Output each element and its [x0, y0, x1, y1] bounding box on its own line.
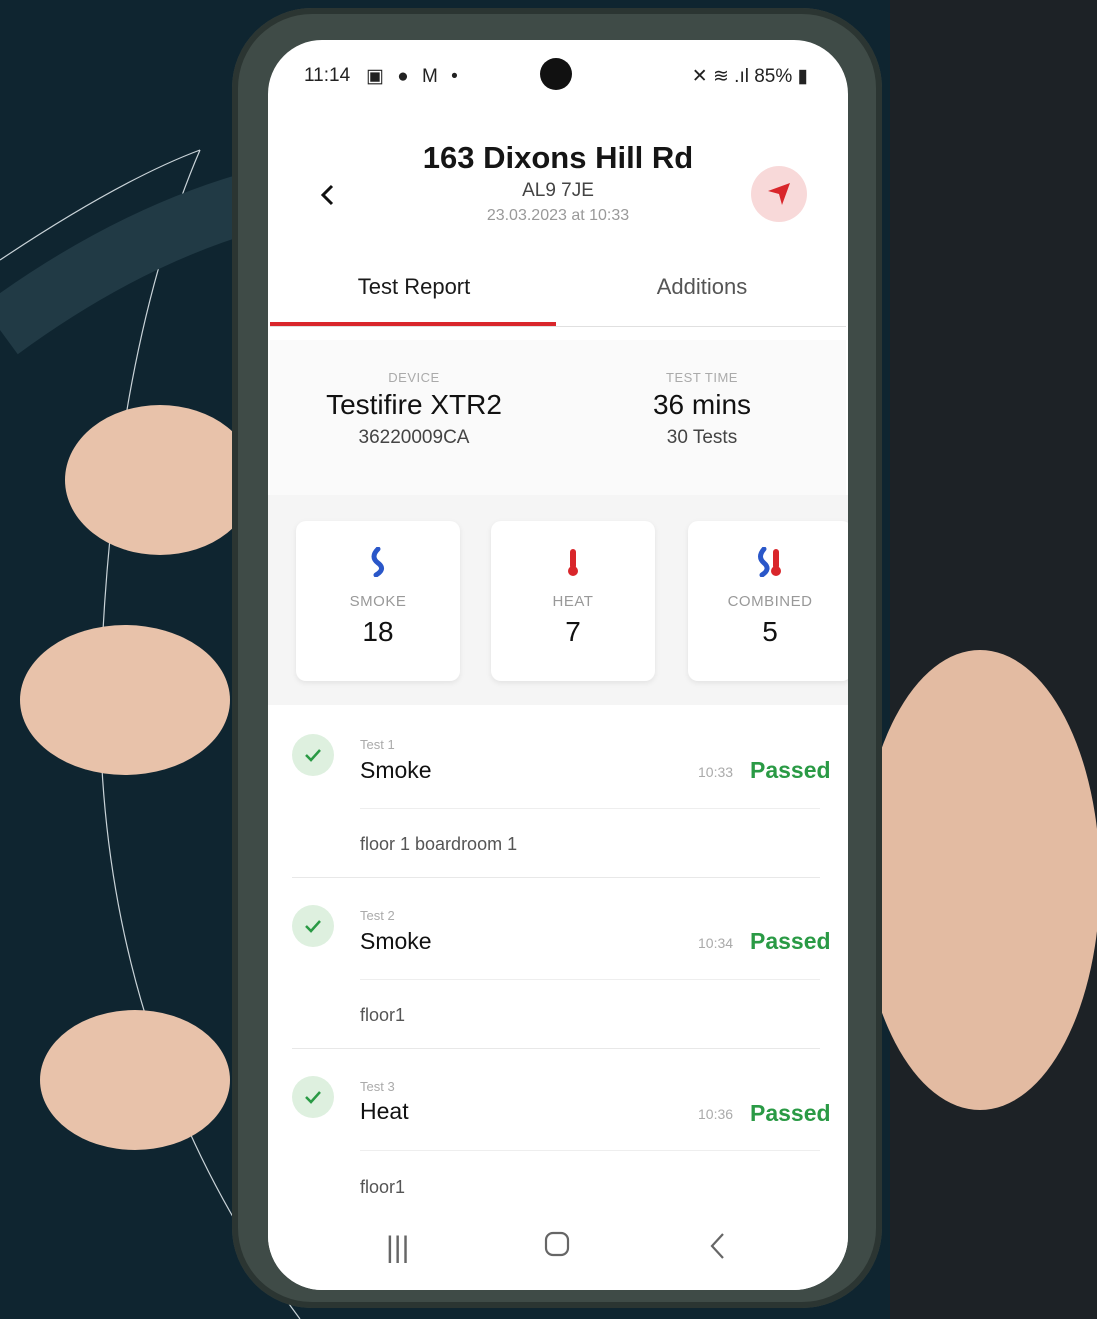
detector-type-cards: SMOKE 18 HEAT 7 COMBINED 5 [268, 495, 848, 705]
test-time-value: 36 mins [652, 389, 752, 420]
app-screen: 11:14 ▣ ● M • ✕ ≋ .ıl 85% ▮ 163 Dixons H… [268, 40, 848, 1290]
test-status: Passed [750, 928, 831, 954]
heat-label: HEAT [552, 593, 594, 610]
divider [292, 1048, 820, 1049]
send-button[interactable] [751, 166, 807, 222]
back-nav-icon[interactable] [708, 1231, 728, 1269]
smoke-count: 18 [362, 616, 394, 647]
passed-check-icon [292, 734, 334, 776]
heat-card[interactable]: HEAT 7 [491, 521, 655, 681]
heat-icon [568, 549, 578, 576]
test-type: Smoke [360, 928, 432, 954]
test-time-column: TEST TIME 36 mins 30 Tests [558, 370, 846, 449]
status-time: 11:14 [304, 65, 351, 86]
divider [292, 877, 820, 878]
smoke-label: SMOKE [349, 593, 407, 610]
test-status: Passed [750, 757, 831, 783]
divider [360, 1150, 820, 1151]
test-item[interactable]: Test 3 Heat 10:36 Passed floor1 [268, 1062, 848, 1234]
test-time-label: TEST TIME [666, 370, 738, 385]
notification-icons: ▣ ● M • [366, 66, 462, 87]
passed-check-icon [292, 1076, 334, 1118]
divider [360, 979, 820, 980]
test-count: 30 Tests [666, 427, 738, 448]
test-time: 10:33 [698, 764, 734, 780]
tab-additions[interactable]: Additions [558, 274, 846, 300]
smoke-card[interactable]: SMOKE 18 [296, 521, 460, 681]
test-type: Smoke [360, 757, 432, 783]
tab-test-report[interactable]: Test Report [270, 274, 558, 300]
test-time: 10:36 [698, 1106, 734, 1122]
smoke-icon [371, 546, 384, 578]
device-column: DEVICE Testifire XTR2 36220009CA [270, 370, 558, 449]
test-item[interactable]: Test 1 Smoke 10:33 Passed floor 1 boardr… [268, 720, 848, 892]
page-title: 163 Dixons Hill Rd [422, 140, 694, 175]
combined-card[interactable]: COMBINED 5 [688, 521, 848, 681]
tab-bar: Test Report Additions [270, 266, 846, 327]
test-location: floor1 [360, 1177, 406, 1197]
test-location: floor 1 boardroom 1 [360, 834, 518, 854]
system-icons: ✕ ≋ .ıl 85% ▮ [691, 66, 808, 87]
recents-icon[interactable]: ||| [386, 1231, 409, 1265]
test-location: floor1 [360, 1005, 406, 1025]
system-nav-bar: ||| [268, 1215, 848, 1290]
test-status: Passed [750, 1100, 831, 1126]
test-item[interactable]: Test 2 Smoke 10:34 Passed floor1 [268, 891, 848, 1063]
active-tab-indicator [270, 322, 556, 326]
device-name: Testifire XTR2 [326, 389, 502, 420]
status-bar: 11:14 ▣ ● M • ✕ ≋ .ıl 85% ▮ [304, 65, 808, 89]
divider [360, 808, 820, 809]
combined-icon [758, 546, 781, 578]
test-type: Heat [360, 1098, 409, 1124]
send-icon [768, 183, 790, 205]
test-number: Test 3 [360, 1079, 395, 1094]
combined-label: COMBINED [727, 593, 813, 610]
home-icon[interactable] [544, 1231, 570, 1265]
test-number: Test 2 [360, 908, 395, 923]
test-time: 10:34 [698, 935, 734, 951]
device-serial: 36220009CA [358, 427, 470, 448]
device-label: DEVICE [388, 370, 440, 385]
heat-count: 7 [565, 616, 581, 647]
test-number: Test 1 [360, 737, 395, 752]
device-summary: DEVICE Testifire XTR2 36220009CA TEST TI… [270, 340, 846, 495]
combined-count: 5 [762, 616, 778, 647]
passed-check-icon [292, 905, 334, 947]
